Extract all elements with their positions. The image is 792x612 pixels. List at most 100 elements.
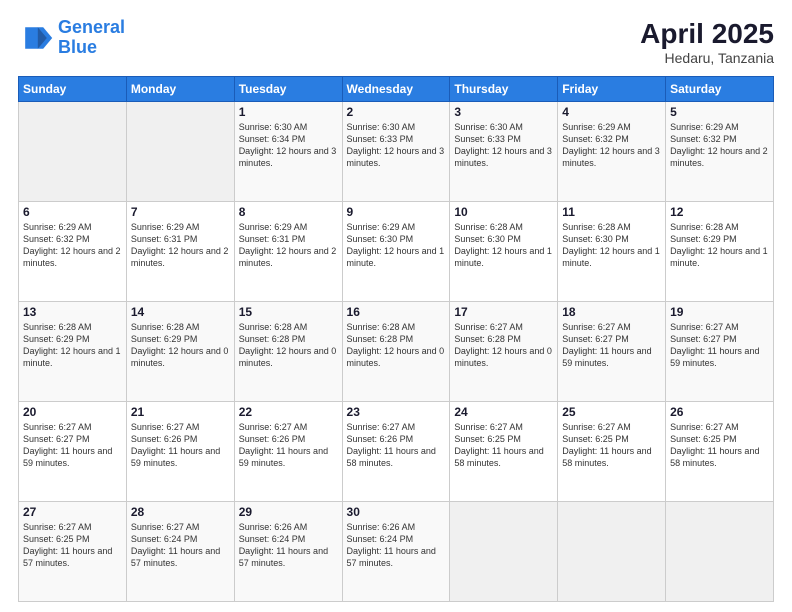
subtitle: Hedaru, Tanzania [640, 50, 774, 66]
calendar-cell [126, 102, 234, 202]
calendar-cell: 4 Sunrise: 6:29 AM Sunset: 6:32 PM Daylig… [558, 102, 666, 202]
calendar-cell [666, 502, 774, 602]
day-detail: Sunrise: 6:27 AM Sunset: 6:24 PM Dayligh… [131, 521, 230, 570]
calendar-table: Sunday Monday Tuesday Wednesday Thursday… [18, 76, 774, 602]
day-number: 14 [131, 305, 230, 319]
calendar-cell: 7Sunrise: 6:29 AM Sunset: 6:31 PM Daylig… [126, 202, 234, 302]
day-detail: Sunrise: 6:27 AM Sunset: 6:25 PM Dayligh… [670, 421, 769, 470]
calendar-cell: 1 Sunrise: 6:30 AM Sunset: 6:34 PM Daylig… [234, 102, 342, 202]
day-detail: Sunrise: 6:27 AM Sunset: 6:26 PM Dayligh… [347, 421, 446, 470]
calendar-cell: 23 Sunrise: 6:27 AM Sunset: 6:26 PM Dayli… [342, 402, 450, 502]
day-number: 20 [23, 405, 122, 419]
day-number: 8 [239, 205, 338, 219]
day-number: 16 [347, 305, 446, 319]
day-detail: Sunrise: 6:29 AM Sunset: 6:31 PM Dayligh… [239, 221, 338, 270]
day-detail: Sunrise: 6:27 AM Sunset: 6:27 PM Dayligh… [562, 321, 661, 370]
col-sunday: Sunday [19, 77, 127, 102]
calendar-cell: 27Sunrise: 6:27 AM Sunset: 6:25 PM Dayli… [19, 502, 127, 602]
calendar-week-4: 20 Sunrise: 6:27 AM Sunset: 6:27 PM Dayli… [19, 402, 774, 502]
day-number: 27 [23, 505, 122, 519]
day-detail: Sunrise: 6:30 AM Sunset: 6:34 PM Dayligh… [239, 121, 338, 170]
day-detail: Sunrise: 6:27 AM Sunset: 6:28 PM Dayligh… [454, 321, 553, 370]
calendar-cell: 20 Sunrise: 6:27 AM Sunset: 6:27 PM Dayli… [19, 402, 127, 502]
calendar-header: Sunday Monday Tuesday Wednesday Thursday… [19, 77, 774, 102]
calendar-week-2: 6Sunrise: 6:29 AM Sunset: 6:32 PM Daylig… [19, 202, 774, 302]
day-number: 22 [239, 405, 338, 419]
calendar-cell: 8 Sunrise: 6:29 AM Sunset: 6:31 PM Daylig… [234, 202, 342, 302]
page: General Blue April 2025 Hedaru, Tanzania… [0, 0, 792, 612]
day-detail: Sunrise: 6:29 AM Sunset: 6:30 PM Dayligh… [347, 221, 446, 270]
day-number: 15 [239, 305, 338, 319]
calendar-cell: 6Sunrise: 6:29 AM Sunset: 6:32 PM Daylig… [19, 202, 127, 302]
day-detail: Sunrise: 6:29 AM Sunset: 6:32 PM Dayligh… [23, 221, 122, 270]
day-detail: Sunrise: 6:27 AM Sunset: 6:26 PM Dayligh… [239, 421, 338, 470]
day-number: 29 [239, 505, 338, 519]
calendar-cell: 13 Sunrise: 6:28 AM Sunset: 6:29 PM Dayli… [19, 302, 127, 402]
day-detail: Sunrise: 6:28 AM Sunset: 6:28 PM Dayligh… [347, 321, 446, 370]
day-number: 25 [562, 405, 661, 419]
col-thursday: Thursday [450, 77, 558, 102]
calendar-cell: 15 Sunrise: 6:28 AM Sunset: 6:28 PM Dayli… [234, 302, 342, 402]
day-number: 24 [454, 405, 553, 419]
col-wednesday: Wednesday [342, 77, 450, 102]
day-number: 12 [670, 205, 769, 219]
day-number: 26 [670, 405, 769, 419]
title-area: April 2025 Hedaru, Tanzania [640, 18, 774, 66]
calendar-cell [450, 502, 558, 602]
calendar-body: 1 Sunrise: 6:30 AM Sunset: 6:34 PM Daylig… [19, 102, 774, 602]
calendar-cell: 10 Sunrise: 6:28 AM Sunset: 6:30 PM Dayli… [450, 202, 558, 302]
calendar-cell: 9 Sunrise: 6:29 AM Sunset: 6:30 PM Daylig… [342, 202, 450, 302]
col-friday: Friday [558, 77, 666, 102]
calendar-cell: 22 Sunrise: 6:27 AM Sunset: 6:26 PM Dayli… [234, 402, 342, 502]
calendar-cell: 28 Sunrise: 6:27 AM Sunset: 6:24 PM Dayli… [126, 502, 234, 602]
day-detail: Sunrise: 6:28 AM Sunset: 6:28 PM Dayligh… [239, 321, 338, 370]
calendar-cell: 16 Sunrise: 6:28 AM Sunset: 6:28 PM Dayli… [342, 302, 450, 402]
day-number: 17 [454, 305, 553, 319]
day-number: 9 [347, 205, 446, 219]
day-number: 13 [23, 305, 122, 319]
calendar-cell: 26 Sunrise: 6:27 AM Sunset: 6:25 PM Dayli… [666, 402, 774, 502]
calendar-cell: 11 Sunrise: 6:28 AM Sunset: 6:30 PM Dayli… [558, 202, 666, 302]
day-number: 1 [239, 105, 338, 119]
day-detail: Sunrise: 6:27 AM Sunset: 6:27 PM Dayligh… [670, 321, 769, 370]
day-detail: Sunrise: 6:28 AM Sunset: 6:29 PM Dayligh… [23, 321, 122, 370]
day-detail: Sunrise: 6:29 AM Sunset: 6:32 PM Dayligh… [562, 121, 661, 170]
day-detail: Sunrise: 6:29 AM Sunset: 6:32 PM Dayligh… [670, 121, 769, 170]
day-detail: Sunrise: 6:26 AM Sunset: 6:24 PM Dayligh… [347, 521, 446, 570]
calendar-cell: 24Sunrise: 6:27 AM Sunset: 6:25 PM Dayli… [450, 402, 558, 502]
calendar-cell: 29 Sunrise: 6:26 AM Sunset: 6:24 PM Dayli… [234, 502, 342, 602]
calendar-week-1: 1 Sunrise: 6:30 AM Sunset: 6:34 PM Daylig… [19, 102, 774, 202]
day-number: 4 [562, 105, 661, 119]
calendar-cell: 3Sunrise: 6:30 AM Sunset: 6:33 PM Daylig… [450, 102, 558, 202]
calendar-cell: 19 Sunrise: 6:27 AM Sunset: 6:27 PM Dayli… [666, 302, 774, 402]
day-number: 19 [670, 305, 769, 319]
calendar-cell: 21Sunrise: 6:27 AM Sunset: 6:26 PM Dayli… [126, 402, 234, 502]
day-detail: Sunrise: 6:28 AM Sunset: 6:29 PM Dayligh… [670, 221, 769, 270]
calendar-cell: 30Sunrise: 6:26 AM Sunset: 6:24 PM Dayli… [342, 502, 450, 602]
day-detail: Sunrise: 6:30 AM Sunset: 6:33 PM Dayligh… [347, 121, 446, 170]
day-number: 7 [131, 205, 230, 219]
day-number: 28 [131, 505, 230, 519]
col-tuesday: Tuesday [234, 77, 342, 102]
day-detail: Sunrise: 6:28 AM Sunset: 6:30 PM Dayligh… [454, 221, 553, 270]
calendar-cell: 17 Sunrise: 6:27 AM Sunset: 6:28 PM Dayli… [450, 302, 558, 402]
day-number: 3 [454, 105, 553, 119]
calendar-cell: 2 Sunrise: 6:30 AM Sunset: 6:33 PM Daylig… [342, 102, 450, 202]
day-number: 5 [670, 105, 769, 119]
header-row: Sunday Monday Tuesday Wednesday Thursday… [19, 77, 774, 102]
calendar-cell: 18 Sunrise: 6:27 AM Sunset: 6:27 PM Dayli… [558, 302, 666, 402]
logo-text: General Blue [58, 18, 125, 58]
calendar-week-5: 27Sunrise: 6:27 AM Sunset: 6:25 PM Dayli… [19, 502, 774, 602]
day-number: 18 [562, 305, 661, 319]
day-number: 11 [562, 205, 661, 219]
calendar-week-3: 13 Sunrise: 6:28 AM Sunset: 6:29 PM Dayli… [19, 302, 774, 402]
day-detail: Sunrise: 6:26 AM Sunset: 6:24 PM Dayligh… [239, 521, 338, 570]
day-detail: Sunrise: 6:27 AM Sunset: 6:27 PM Dayligh… [23, 421, 122, 470]
day-number: 2 [347, 105, 446, 119]
col-saturday: Saturday [666, 77, 774, 102]
day-number: 10 [454, 205, 553, 219]
day-number: 23 [347, 405, 446, 419]
day-detail: Sunrise: 6:28 AM Sunset: 6:30 PM Dayligh… [562, 221, 661, 270]
calendar-cell: 12 Sunrise: 6:28 AM Sunset: 6:29 PM Dayli… [666, 202, 774, 302]
logo: General Blue [18, 18, 125, 58]
